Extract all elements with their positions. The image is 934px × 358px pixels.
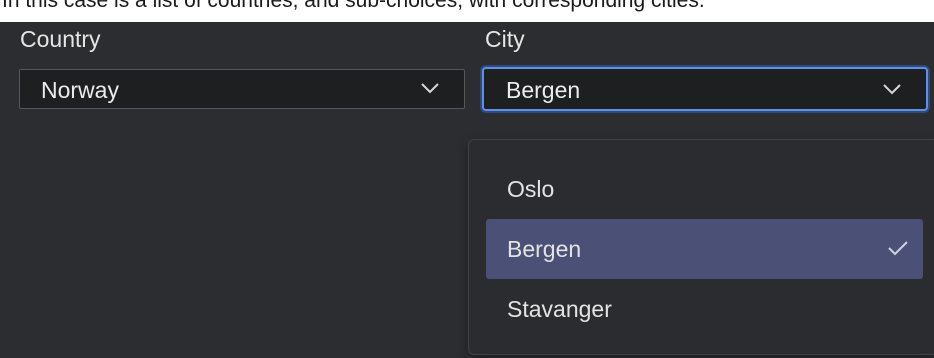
city-label: City <box>485 26 525 52</box>
city-option-stavanger[interactable]: Stavanger <box>486 279 923 339</box>
chevron-down-icon <box>420 82 440 94</box>
chevron-down-icon <box>882 83 902 95</box>
country-label: Country <box>20 26 101 52</box>
city-option-oslo[interactable]: Oslo <box>486 159 923 219</box>
country-select-value: Norway <box>41 77 119 103</box>
check-icon <box>887 239 909 257</box>
option-label: Stavanger <box>507 296 612 322</box>
top-strip: In this case is a list of countries, and… <box>0 0 934 22</box>
option-label: Oslo <box>507 176 555 202</box>
form-panel: Country Norway City Bergen Oslo Bergen S… <box>0 22 934 358</box>
city-select-value: Bergen <box>506 77 581 103</box>
option-label: Bergen <box>507 236 582 262</box>
city-select[interactable]: Bergen <box>482 67 928 111</box>
caption-text: In this case is a list of countries, and… <box>2 0 705 12</box>
country-select[interactable]: Norway <box>19 69 465 109</box>
city-option-bergen[interactable]: Bergen <box>486 219 923 279</box>
city-dropdown-menu: Oslo Bergen Stavanger <box>468 139 934 355</box>
